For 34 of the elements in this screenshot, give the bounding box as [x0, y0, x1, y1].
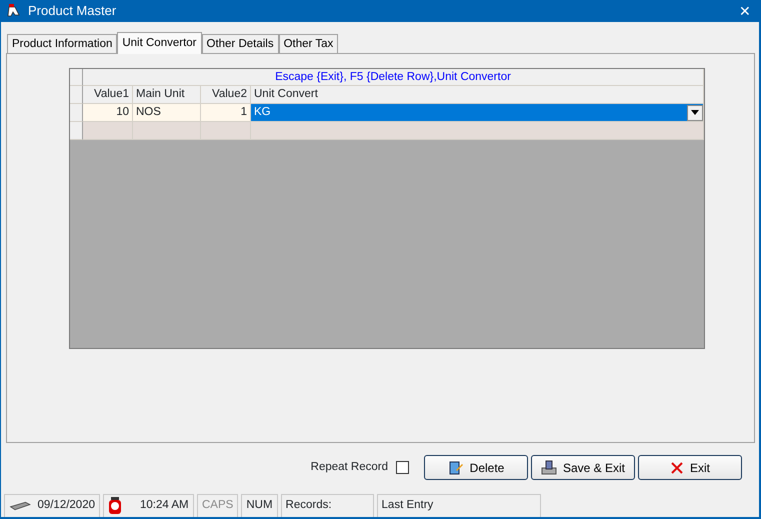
column-header: Value2 [201, 86, 251, 104]
date-text: 09/12/2020 [37, 498, 95, 514]
tab[interactable]: Product Information [7, 34, 118, 53]
last-entry-label: Last Entry [382, 498, 434, 514]
time-text: 10:24 AM [140, 498, 189, 514]
tab[interactable]: Unit Convertor [117, 32, 202, 54]
checkbox[interactable] [396, 461, 409, 474]
dropdown-button[interactable] [687, 104, 703, 120]
num-indicator: NUM [241, 494, 278, 517]
column-header: Value1 [83, 86, 133, 104]
tab[interactable]: Other Tax [278, 34, 338, 53]
tab[interactable]: Other Details [202, 34, 279, 53]
table-cell: 10 [83, 104, 133, 122]
column-header: Main Unit [133, 86, 201, 104]
clock-icon [108, 497, 122, 515]
edit-icon [448, 460, 464, 476]
delete-button[interactable]: Delete [424, 455, 528, 480]
grid-caption: Escape {Exit}, F5 {Delete Row},Unit Convertor [83, 69, 704, 86]
caret-icon [691, 110, 699, 115]
save-button[interactable]: Save & Exit [531, 455, 635, 480]
table-cell: 1 [201, 104, 251, 122]
close-button[interactable]: ✕ [735, 0, 755, 22]
disk-icon [540, 460, 557, 476]
app-icon [6, 3, 22, 19]
column-header: Unit Convert [251, 86, 704, 104]
window-title: Product Master [28, 2, 118, 20]
records-label: Records: [286, 498, 332, 514]
repeat-record-label: Repeat Record [310, 460, 388, 475]
caps-indicator: CAPS [197, 494, 238, 517]
close-icon [670, 460, 684, 474]
exit-button[interactable]: Exit [638, 455, 742, 480]
table-cell: NOS [133, 104, 201, 122]
dropdown-cell[interactable]: KG [251, 104, 704, 122]
chip-icon [9, 499, 32, 513]
